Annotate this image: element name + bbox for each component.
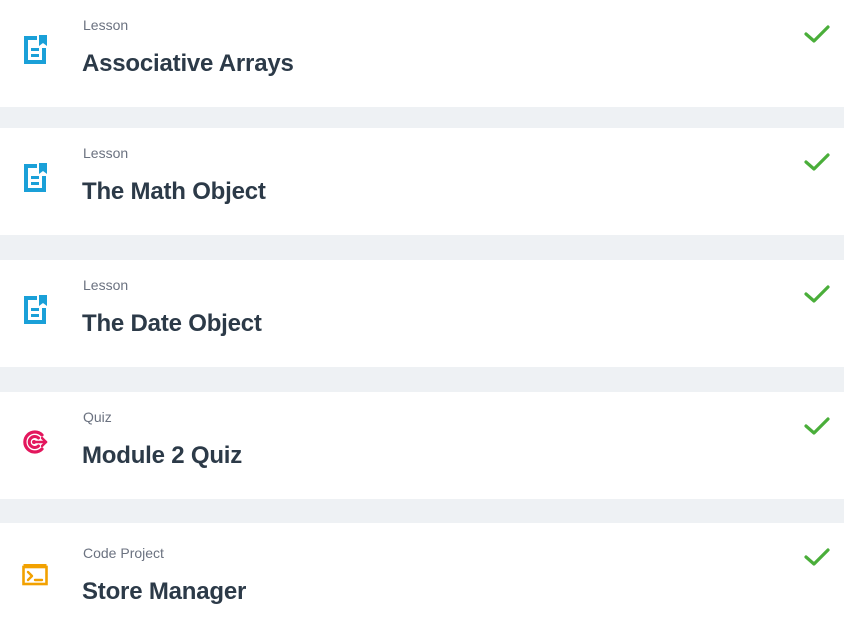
module-item-list: Lesson Associative Arrays Lesson The Mat…	[0, 0, 844, 623]
list-item-module-2-quiz[interactable]: Quiz Module 2 Quiz	[0, 392, 844, 499]
list-item-date-object[interactable]: Lesson The Date Object	[0, 260, 844, 367]
item-title[interactable]: The Date Object	[82, 310, 262, 338]
lesson-icon	[24, 295, 47, 324]
checkmark-icon	[804, 153, 830, 171]
list-item-math-object[interactable]: Lesson The Math Object	[0, 128, 844, 235]
checkmark-icon	[804, 25, 830, 43]
quiz-target-icon	[23, 430, 48, 454]
item-type-label: Lesson	[83, 145, 129, 161]
list-item-store-manager[interactable]: Code Project Store Manager	[0, 523, 844, 623]
item-type-label: Quiz	[83, 409, 112, 425]
lesson-icon	[24, 35, 47, 64]
item-title[interactable]: Module 2 Quiz	[82, 442, 242, 470]
item-title[interactable]: The Math Object	[82, 178, 266, 206]
code-terminal-icon	[22, 564, 48, 586]
item-title[interactable]: Associative Arrays	[82, 50, 294, 78]
checkmark-icon	[804, 548, 830, 566]
list-item-associative-arrays[interactable]: Lesson Associative Arrays	[0, 0, 844, 107]
checkmark-icon	[804, 417, 830, 435]
checkmark-icon	[804, 285, 830, 303]
lesson-icon	[24, 163, 47, 192]
item-type-label: Lesson	[83, 17, 129, 33]
item-title[interactable]: Store Manager	[82, 578, 246, 606]
item-type-label: Code Project	[83, 545, 164, 561]
item-type-label: Lesson	[83, 277, 129, 293]
